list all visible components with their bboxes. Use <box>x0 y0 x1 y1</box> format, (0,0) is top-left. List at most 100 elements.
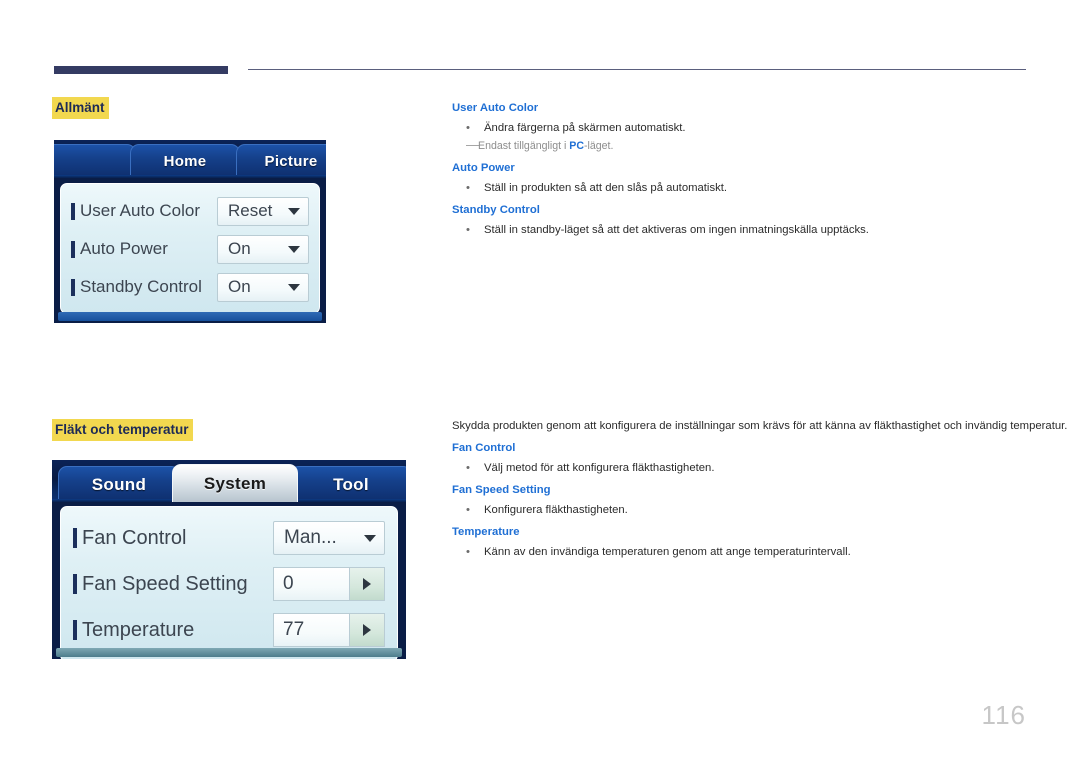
bullet-dot-icon: • <box>466 504 470 516</box>
osd-stepper-value-temperature[interactable]: 77 <box>273 613 349 647</box>
osd-label-auto-power: Auto Power <box>80 239 168 258</box>
term-temperature: Temperature <box>452 526 520 538</box>
osd-tabbar-system: Sound System Tool <box>52 460 406 502</box>
bullet-text: Välj metod för att konfigurera fläkthast… <box>484 462 715 474</box>
osd-row-fan-control[interactable]: Fan Control Man... <box>73 519 385 557</box>
osd-label-user-auto-color: User Auto Color <box>80 201 200 220</box>
osd-select-value-fan-control: Man... <box>284 527 337 548</box>
header-rule-thick <box>54 66 228 74</box>
term-auto-power: Auto Power <box>452 162 515 174</box>
osd-row-user-auto-color[interactable]: User Auto Color Reset <box>71 195 309 227</box>
bullet-dot-icon: • <box>466 546 470 558</box>
osd-stepper-value-fan-speed-setting[interactable]: 0 <box>273 567 349 601</box>
osd-label-fan-speed-setting: Fan Speed Setting <box>82 572 248 595</box>
osd-stepper-next-button-fan-speed-setting[interactable] <box>349 567 385 601</box>
osd-select-auto-power[interactable]: On <box>217 234 309 264</box>
osd-control-temperature[interactable]: 77 <box>273 613 385 647</box>
note-pc-mode-only: — Endast tillgängligt i PC-läget. <box>452 137 1027 154</box>
osd-label-temperature: Temperature <box>82 618 195 641</box>
chevron-down-icon <box>364 534 376 542</box>
page-number: 116 <box>981 700 1026 730</box>
osd-stepper-fan-speed-setting[interactable]: 0 <box>273 567 385 601</box>
osd-tab-tool[interactable]: Tool <box>290 466 406 502</box>
osd-panel-system: Sound System Tool Fan Control Man... Fan… <box>52 460 406 659</box>
bullet-fan-speed-setting: • Konfigurera fläkthastigheten. <box>452 502 1032 518</box>
osd-row-marker-icon <box>73 528 77 548</box>
osd-tab-system[interactable]: System <box>172 464 298 502</box>
term-standby-control: Standby Control <box>452 204 540 216</box>
osd-tab-home[interactable]: Home <box>130 144 240 178</box>
osd-label-standby-control: Standby Control <box>80 277 202 296</box>
osd-panel-general: Home Picture User Auto Color Reset Auto … <box>54 140 326 323</box>
osd-label-fan-control: Fan Control <box>82 526 187 549</box>
bullet-dot-icon: • <box>466 462 470 474</box>
osd-footer-bar-general <box>58 312 322 321</box>
osd-tab-sound-label: Sound <box>91 474 147 494</box>
chevron-down-icon <box>288 207 300 215</box>
osd-stepper-next-button-temperature[interactable] <box>349 613 385 647</box>
osd-select-standby-control[interactable]: On <box>217 272 309 302</box>
term-fan-control: Fan Control <box>452 442 516 454</box>
note-text-before: Endast tillgängligt i <box>478 140 570 152</box>
term-user-auto-color: User Auto Color <box>452 102 539 114</box>
osd-tabbar-general: Home Picture <box>54 140 326 178</box>
bullet-text: Ändra färgerna på skärmen automatiskt. <box>484 122 686 134</box>
bullet-auto-power: • Ställ in produkten så att den slås på … <box>452 180 1027 196</box>
osd-control-fan-control[interactable]: Man... <box>273 521 385 555</box>
bullet-dot-icon: • <box>466 224 470 236</box>
osd-tab-home-label: Home <box>163 153 207 170</box>
osd-footer-bar-system <box>56 648 402 657</box>
chevron-right-icon <box>363 624 371 636</box>
osd-control-auto-power[interactable]: On <box>217 234 309 264</box>
osd-tab-home-left-clip[interactable] <box>54 144 136 178</box>
chevron-right-icon <box>363 578 371 590</box>
osd-row-marker-icon <box>73 574 77 594</box>
section-heading-allmant: Allmänt <box>52 97 109 119</box>
osd-select-fan-control[interactable]: Man... <box>273 521 385 555</box>
osd-tab-picture-label: Picture <box>264 153 318 170</box>
section-heading-flakt-och-temperatur: Fläkt och temperatur <box>52 419 193 441</box>
bullet-dot-icon: • <box>466 182 470 194</box>
osd-row-temperature[interactable]: Temperature 77 <box>73 611 385 649</box>
description-general: User Auto Color • Ändra färgerna på skär… <box>452 100 1027 238</box>
osd-row-marker-icon <box>71 240 75 258</box>
osd-tab-sound[interactable]: Sound <box>58 466 180 502</box>
osd-stepper-temperature[interactable]: 77 <box>273 613 385 647</box>
osd-row-marker-icon <box>73 620 77 640</box>
osd-body-general: User Auto Color Reset Auto Power On Stan… <box>60 183 320 314</box>
note-text-after: -läget. <box>584 140 614 152</box>
bullet-text: Känn av den invändiga temperaturen genom… <box>484 546 851 558</box>
bullet-user-auto-color: • Ändra färgerna på skärmen automatiskt. <box>452 120 1027 136</box>
osd-control-standby-control[interactable]: On <box>217 272 309 302</box>
header-rule-thin <box>248 69 1026 70</box>
osd-row-standby-control[interactable]: Standby Control On <box>71 271 309 303</box>
description-lead-fan-temperature: Skydda produkten genom att konfigurera d… <box>452 420 1068 432</box>
osd-row-fan-speed-setting[interactable]: Fan Speed Setting 0 <box>73 565 385 603</box>
bullet-standby-control: • Ställ in standby-läget så att det akti… <box>452 222 1027 238</box>
note-dash-icon: — <box>466 137 479 152</box>
osd-row-auto-power[interactable]: Auto Power On <box>71 233 309 265</box>
osd-select-user-auto-color[interactable]: Reset <box>217 196 309 226</box>
bullet-dot-icon: • <box>466 122 470 134</box>
osd-row-marker-icon <box>71 202 75 220</box>
chevron-down-icon <box>288 245 300 253</box>
osd-select-value-standby-control: On <box>228 277 251 296</box>
osd-select-value-user-auto-color: Reset <box>228 201 273 220</box>
chevron-down-icon <box>288 283 300 291</box>
bullet-text: Ställ in produkten så att den slås på au… <box>484 182 728 194</box>
bullet-text: Ställ in standby-läget så att det aktive… <box>484 224 869 236</box>
osd-control-fan-speed-setting[interactable]: 0 <box>273 567 385 601</box>
osd-tab-picture[interactable]: Picture <box>236 144 326 178</box>
bullet-fan-control: • Välj metod för att konfigurera fläktha… <box>452 460 1032 476</box>
term-fan-speed-setting: Fan Speed Setting <box>452 484 551 496</box>
osd-select-value-auto-power: On <box>228 239 251 258</box>
osd-tab-system-label: System <box>203 473 267 493</box>
osd-tab-tool-label: Tool <box>333 474 369 494</box>
osd-control-user-auto-color[interactable]: Reset <box>217 196 309 226</box>
bullet-temperature: • Känn av den invändiga temperaturen gen… <box>452 544 1032 560</box>
description-fan-temperature: Skydda produkten genom att konfigurera d… <box>452 418 1068 560</box>
osd-row-marker-icon <box>71 278 75 296</box>
bullet-text: Konfigurera fläkthastigheten. <box>484 504 628 516</box>
note-text-bold: PC <box>569 140 584 152</box>
osd-body-system: Fan Control Man... Fan Speed Setting 0 T… <box>60 506 398 659</box>
